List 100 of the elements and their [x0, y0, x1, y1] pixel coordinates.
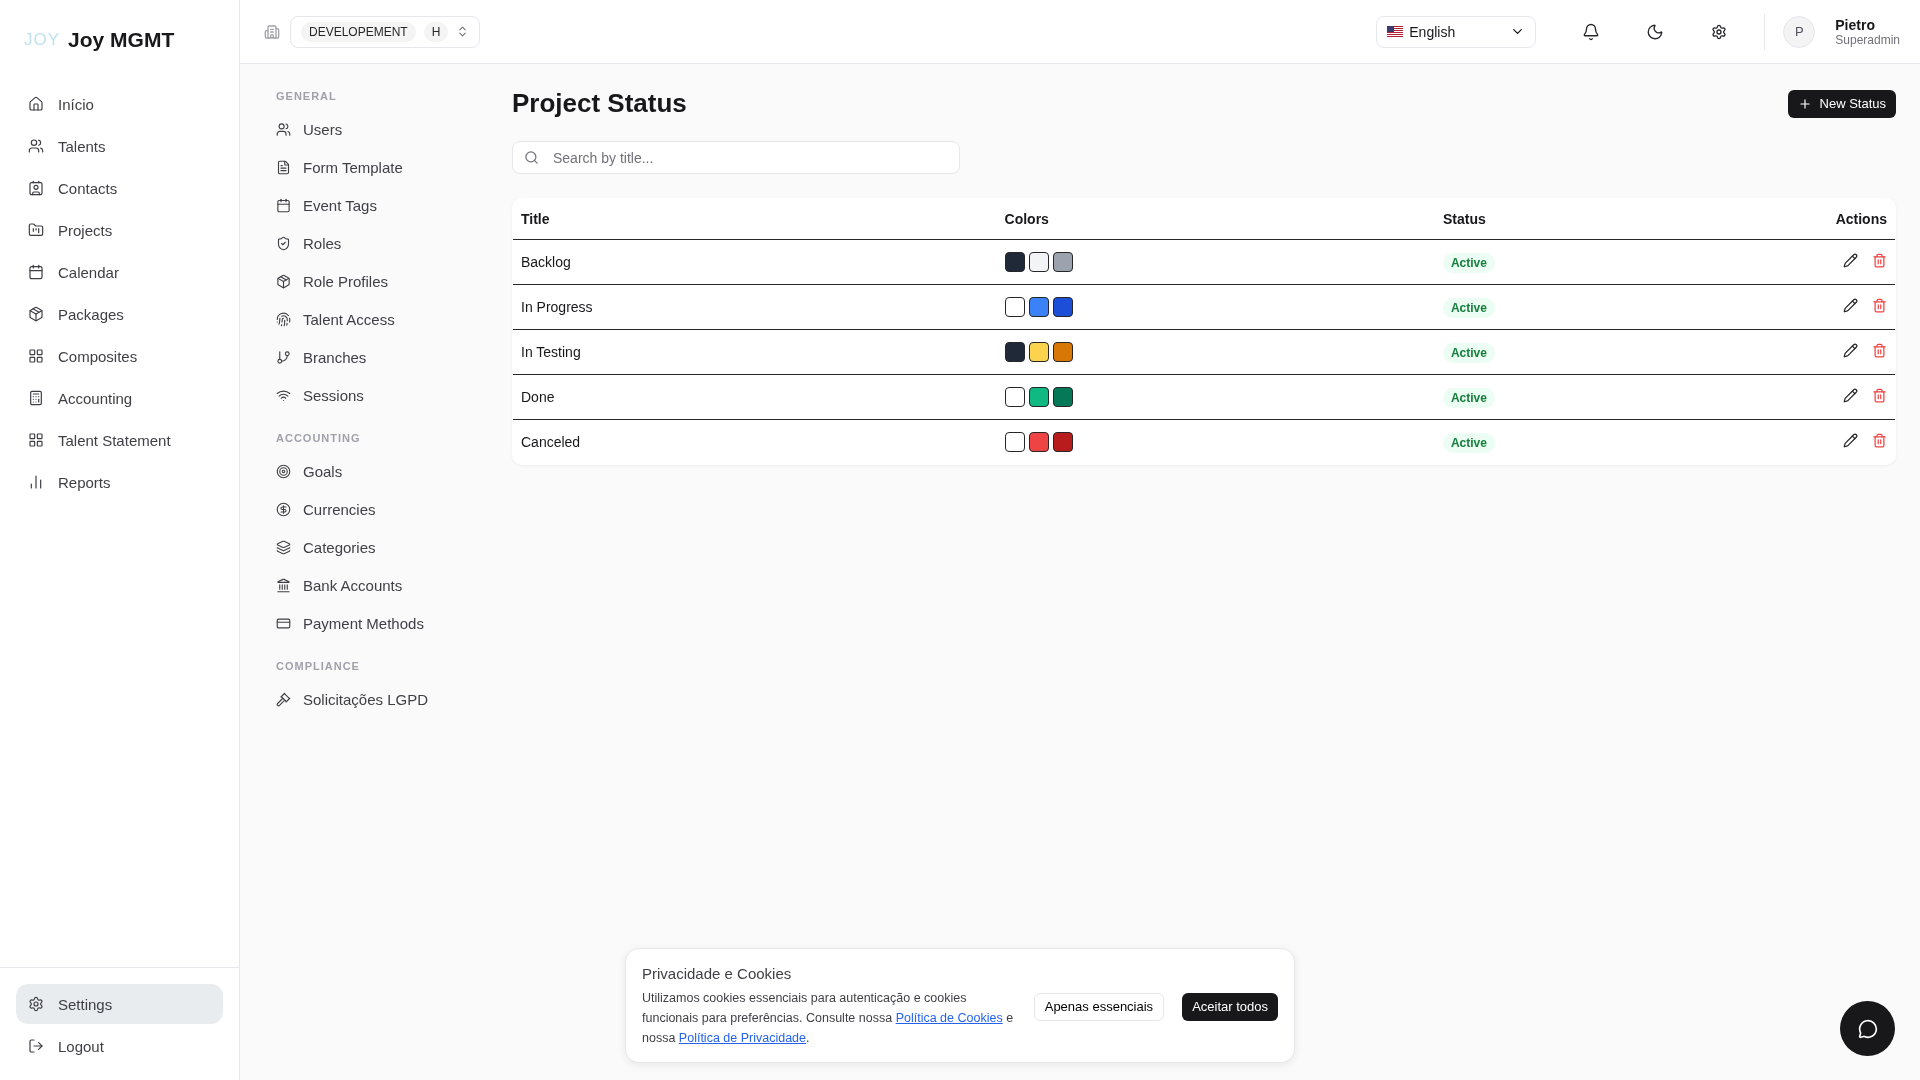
wifi-icon [276, 387, 291, 403]
package-icon [28, 306, 44, 322]
edit-button[interactable] [1843, 298, 1858, 313]
status-badge: Active [1442, 433, 1495, 453]
edit-button[interactable] [1843, 433, 1858, 448]
accept-all-button[interactable]: Aceitar todos [1182, 992, 1278, 1021]
delete-button[interactable] [1872, 298, 1887, 313]
status-title-cell: In Progress [513, 284, 997, 330]
settings-nav-item[interactable]: Branches [276, 338, 510, 376]
plus-icon [1797, 96, 1812, 111]
column-header: Colors [996, 199, 1435, 240]
building-icon [264, 23, 280, 40]
status-badge: Active [1442, 298, 1495, 318]
us-flag-icon [1387, 26, 1404, 37]
logout-icon [28, 1038, 44, 1054]
settings-icon [1711, 23, 1728, 40]
status-badge: Active [1442, 388, 1495, 408]
trash-icon [1872, 253, 1887, 268]
language-select[interactable]: English [1376, 15, 1537, 48]
section-heading: ACCOUNTING [276, 432, 362, 444]
settings-nav-item[interactable]: Roles [276, 224, 510, 262]
sidebar-item[interactable]: Talents [16, 126, 223, 166]
settings-nav-item[interactable]: Currencies [276, 490, 510, 528]
environment-tag: H [423, 21, 449, 42]
settings-nav-item[interactable]: Form Template [276, 148, 510, 186]
sidebar-item[interactable]: Logout [16, 1026, 223, 1066]
cookie-policy-link[interactable]: Política de Cookies [895, 1011, 1003, 1025]
essential-only-button[interactable]: Apenas essenciais [1033, 992, 1165, 1021]
trash-icon [1872, 433, 1887, 448]
settings-nav-item[interactable]: Bank Accounts [276, 566, 510, 604]
sidebar-item[interactable]: Packages [16, 294, 223, 334]
folder-icon [28, 222, 44, 238]
user-role: Superadmin [1835, 32, 1900, 47]
environment-label: DEVELOPEMENT [301, 21, 416, 42]
shield-icon [276, 235, 291, 251]
edit-button[interactable] [1843, 253, 1858, 268]
status-badge: Active [1442, 253, 1495, 273]
package-icon [276, 273, 291, 289]
calculator-icon [28, 390, 44, 406]
bell-icon [1582, 22, 1601, 41]
settings-nav-item[interactable]: Categories [276, 528, 510, 566]
chat-icon [1857, 1018, 1878, 1039]
edit-button[interactable] [1843, 388, 1858, 403]
moon-icon [1646, 22, 1665, 41]
environment-selector[interactable]: DEVELOPEMENT H [290, 15, 481, 48]
settings-nav-item[interactable]: Talent Access [276, 300, 510, 338]
new-status-button[interactable]: New Status [1787, 89, 1896, 118]
contact-icon [28, 180, 44, 196]
sidebar-item[interactable]: Contacts [16, 168, 223, 208]
trash-icon [1872, 298, 1887, 313]
column-header: Status [1434, 199, 1666, 240]
search-field[interactable]: Search by title... [512, 141, 960, 174]
settings-nav-item[interactable]: Goals [276, 452, 510, 490]
settings-nav-item[interactable]: Sessions [276, 376, 510, 414]
user-avatar[interactable]: P [1783, 15, 1816, 48]
status-badge: Active [1442, 343, 1495, 363]
page-title: Project Status [512, 88, 687, 119]
privacy-policy-link[interactable]: Política de Privacidade [678, 1031, 806, 1045]
status-title-cell: Backlog [513, 239, 997, 285]
sidebar-item[interactable]: Settings [16, 984, 223, 1024]
pencil-icon [1843, 388, 1858, 403]
delete-button[interactable] [1872, 433, 1887, 448]
bar-chart-icon [28, 474, 44, 490]
sidebar-item[interactable]: Projects [16, 210, 223, 250]
sidebar-item[interactable]: Composites [16, 336, 223, 376]
bank-icon [276, 577, 291, 593]
dollar-icon [276, 501, 291, 517]
trash-icon [1872, 343, 1887, 358]
calendar-icon [276, 197, 291, 213]
pencil-icon [1843, 433, 1858, 448]
sidebar-item[interactable]: Início [16, 84, 223, 124]
user-name: Pietro [1835, 16, 1876, 33]
edit-button[interactable] [1843, 343, 1858, 358]
settings-icon [28, 996, 44, 1012]
pencil-icon [1843, 253, 1858, 268]
card-icon [276, 615, 291, 631]
home-icon [28, 96, 44, 112]
app-name: Joy MGMT [68, 28, 175, 52]
settings-nav-item[interactable]: Role Profiles [276, 262, 510, 300]
settings-nav-item[interactable]: Users [276, 110, 510, 148]
fingerprint-icon [276, 311, 291, 327]
delete-button[interactable] [1872, 253, 1887, 268]
column-header: Actions [1665, 199, 1895, 240]
document-icon [276, 159, 291, 175]
settings-nav-item[interactable]: Payment Methods [276, 604, 510, 642]
chat-button[interactable] [1840, 1001, 1895, 1056]
section-heading: GENERAL [276, 90, 338, 102]
delete-button[interactable] [1872, 388, 1887, 403]
delete-button[interactable] [1872, 343, 1887, 358]
settings-nav-item[interactable]: Event Tags [276, 186, 510, 224]
cookie-text: Utilizamos cookies essenciais para autenticação e cookies funcionais para preferências. Consulte nossa Política de Cookies e nossa Política de Privacidade. [642, 990, 1015, 1047]
sidebar-item[interactable]: Calendar [16, 252, 223, 292]
pencil-icon [1843, 343, 1858, 358]
settings-nav-item[interactable]: Solicitações LGPD [276, 680, 510, 718]
users-icon [28, 138, 44, 154]
sidebar-item[interactable]: Talent Statement [16, 420, 223, 460]
cookie-title: Privacidade e Cookies [642, 965, 793, 982]
sidebar-item[interactable]: Accounting [16, 378, 223, 418]
section-heading: COMPLIANCE [276, 660, 361, 672]
sidebar-item[interactable]: Reports [16, 462, 223, 502]
